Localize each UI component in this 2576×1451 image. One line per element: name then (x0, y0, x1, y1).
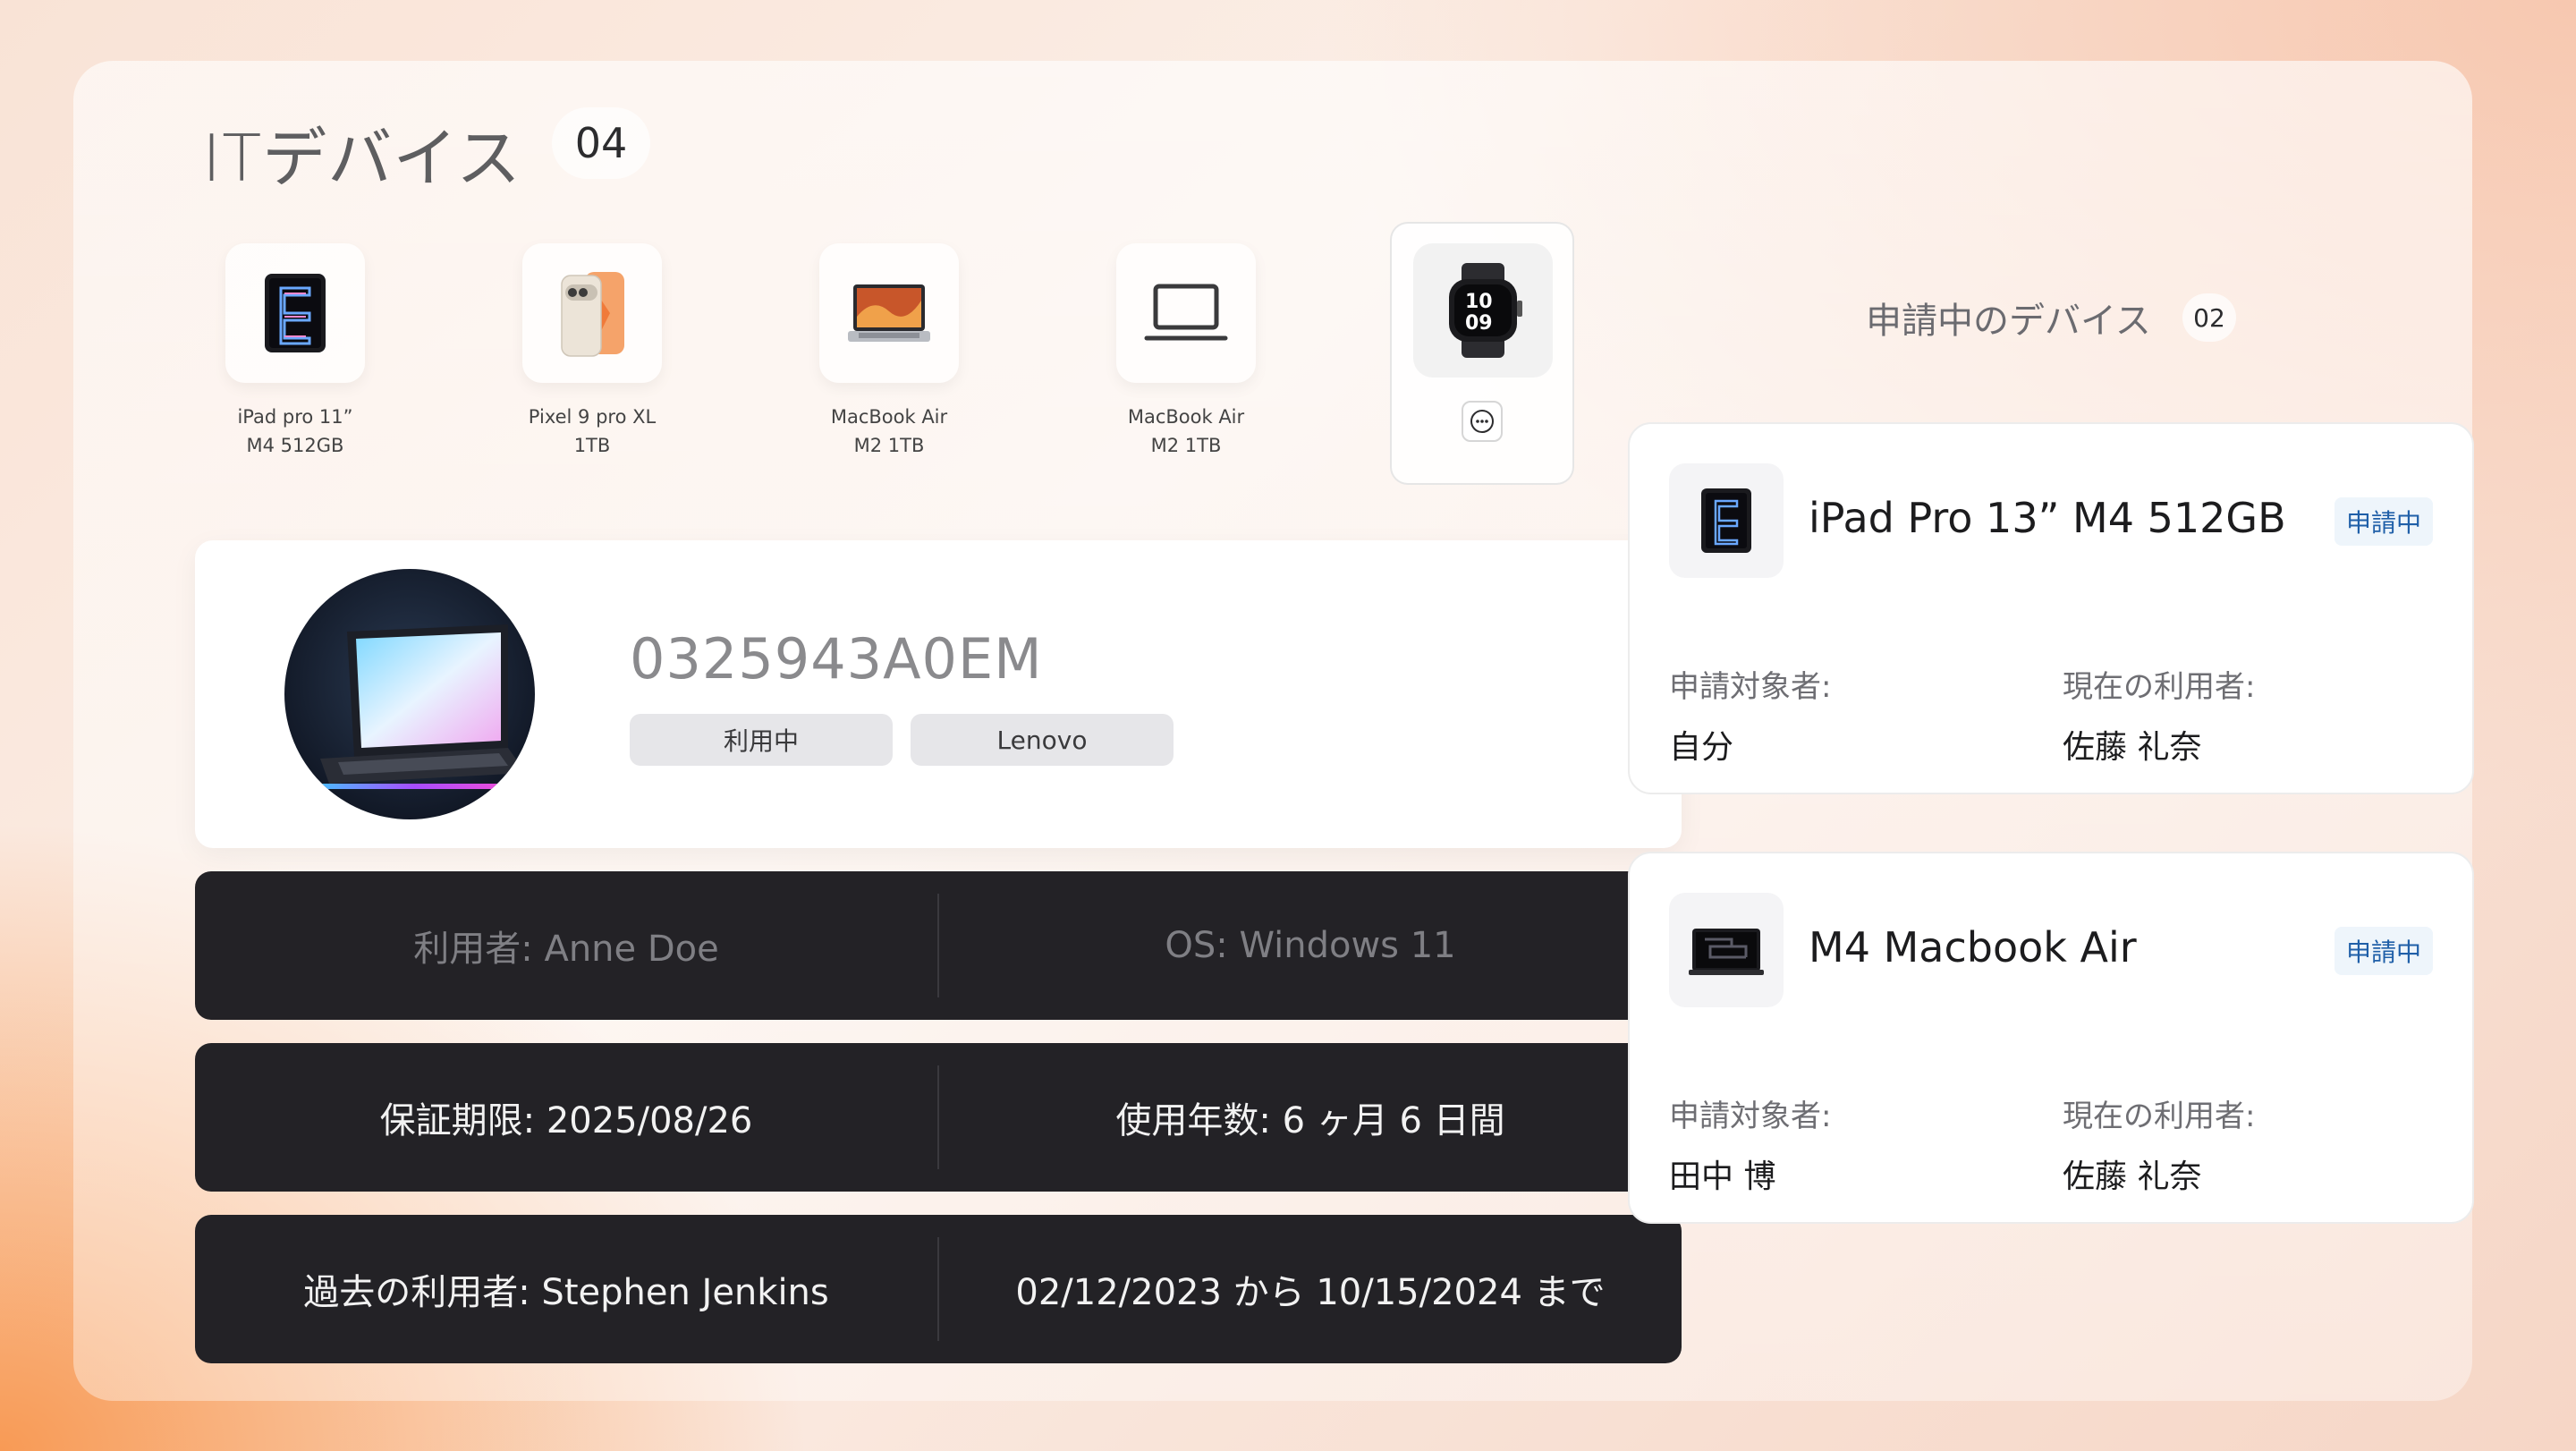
device-item-ipad[interactable]: iPad pro 11” M4 512GB (206, 243, 385, 460)
serial-number: 0325943A0EM (630, 626, 1043, 692)
applicant-value: 自分 (1669, 729, 1734, 766)
request-device-name: iPad Pro 13” M4 512GB (1809, 494, 2286, 542)
phone-icon (522, 243, 662, 383)
status-tag: 利用中 (630, 714, 893, 766)
requests-count-badge: 02 (2182, 293, 2236, 342)
macbook-icon (819, 243, 959, 383)
device-name: MacBook Air (830, 406, 948, 428)
device-item-pixel[interactable]: Pixel 9 pro XL 1TB (503, 243, 682, 460)
info-bar-user-os: 利用者: Anne Doe OS: Windows 11 (195, 871, 1682, 1020)
request-card[interactable]: iPad Pro 13” M4 512GB 申請中 申請対象者: 自分 現在の利… (1628, 422, 2474, 794)
svg-text:10: 10 (1465, 291, 1493, 313)
status-badge: 申請中 (2334, 497, 2433, 546)
usage-duration: 使用年数: 6 ヶ月 6 日間 (1115, 1100, 1505, 1141)
watch-icon: 10 09 (1413, 243, 1553, 378)
warranty-date: 保証期限: 2025/08/26 (379, 1100, 753, 1141)
macbook-icon (1669, 893, 1784, 1007)
device-detail-card: 0325943A0EM 利用中 Lenovo (195, 540, 1682, 848)
device-spec: M2 1TB (1150, 435, 1222, 456)
past-usage-period: 02/12/2023 から 10/15/2024 まで (1015, 1272, 1606, 1313)
ipad-icon (1669, 463, 1784, 578)
request-card[interactable]: M4 Macbook Air 申請中 申請対象者: 田中 博 現在の利用者: 佐… (1628, 852, 2474, 1224)
device-spec: M2 1TB (853, 435, 925, 456)
brand-tag: Lenovo (911, 714, 1174, 766)
ipad-icon (225, 243, 365, 383)
info-bar-warranty: 保証期限: 2025/08/26 使用年数: 6 ヶ月 6 日間 (195, 1043, 1682, 1192)
device-item-watch-selected[interactable]: 10 09 (1390, 222, 1574, 485)
request-device-name: M4 Macbook Air (1809, 923, 2137, 972)
device-item-macbook-air[interactable]: MacBook Air M2 1TB (800, 243, 979, 460)
device-count-badge: 04 (552, 107, 650, 179)
current-user-label: 現在の利用者: (2063, 1099, 2256, 1134)
device-name: MacBook Air (1127, 406, 1245, 428)
info-bar-history: 過去の利用者: Stephen Jenkins 02/12/2023 から 10… (195, 1215, 1682, 1363)
device-name: iPad pro 11” (237, 406, 353, 428)
device-spec: 1TB (573, 435, 611, 456)
past-user: 過去の利用者: Stephen Jenkins (303, 1272, 829, 1313)
current-user-value: 佐藤 礼奈 (2063, 729, 2202, 766)
current-user: 利用者: Anne Doe (413, 929, 719, 970)
device-item-macbook-air-2[interactable]: MacBook Air M2 1TB (1097, 243, 1275, 460)
requests-title: 申請中のデバイス (1866, 301, 2151, 342)
more-options-icon[interactable] (1462, 401, 1503, 442)
applicant-label: 申請対象者: (1669, 1099, 1832, 1134)
current-user-label: 現在の利用者: (2063, 669, 2256, 705)
status-badge: 申請中 (2334, 927, 2433, 975)
device-name: Pixel 9 pro XL (528, 406, 657, 428)
os-info: OS: Windows 11 (1165, 925, 1456, 966)
device-photo (284, 569, 535, 819)
current-user-value: 佐藤 礼奈 (2063, 1158, 2202, 1195)
device-spec: M4 512GB (246, 435, 344, 456)
laptop-outline-icon (1116, 243, 1256, 383)
page-title: ITデバイス (202, 121, 522, 196)
applicant-label: 申請対象者: (1669, 669, 1832, 705)
svg-text:09: 09 (1465, 312, 1493, 335)
applicant-value: 田中 博 (1669, 1158, 1776, 1195)
